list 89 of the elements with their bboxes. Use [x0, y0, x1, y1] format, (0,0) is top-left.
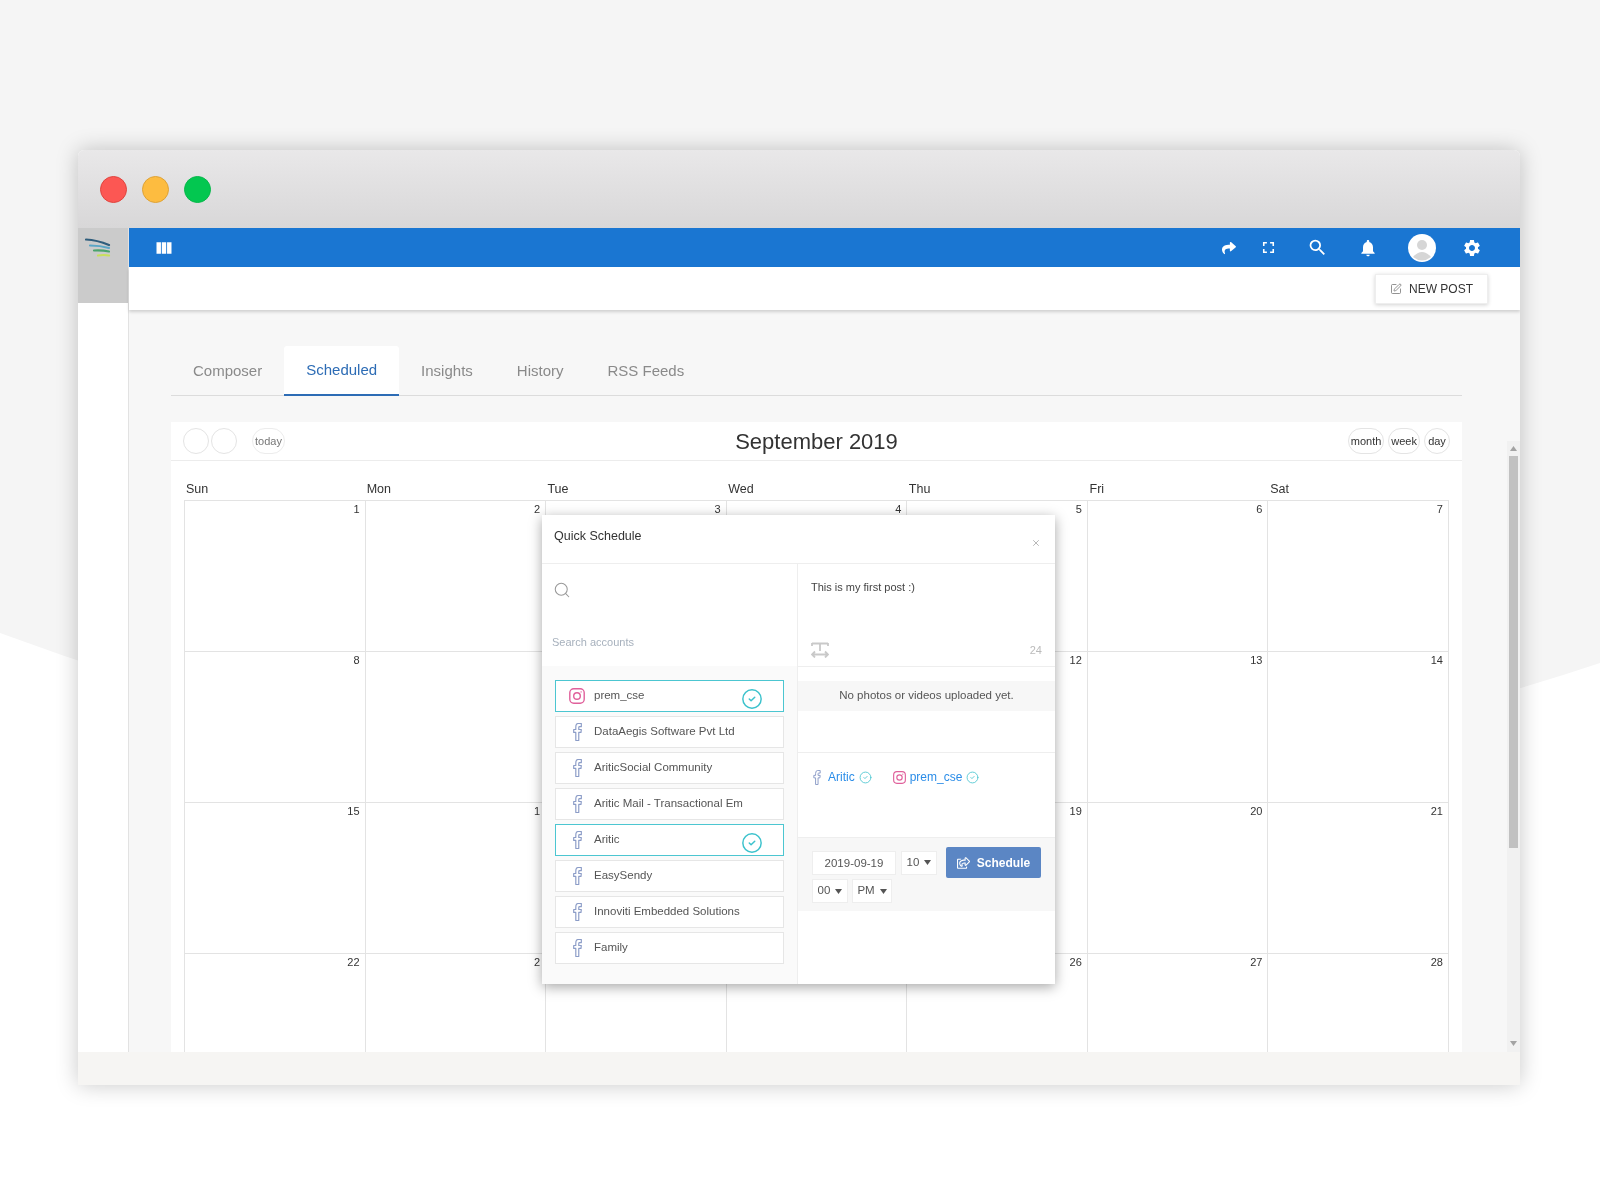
weekday-label: Fri	[1089, 482, 1105, 496]
character-count: 24	[1029, 642, 1042, 658]
account-item[interactable]: Family	[555, 932, 784, 964]
day-number: 15	[347, 805, 360, 818]
hour-select[interactable]: 10	[901, 850, 937, 875]
caret-icon	[879, 888, 887, 894]
facebook-icon	[572, 723, 582, 741]
weekday-label: Thu	[908, 482, 931, 496]
day-number: 2	[534, 956, 541, 969]
schedule-button[interactable]: Schedule	[946, 847, 1041, 878]
share-icon	[956, 856, 970, 869]
instagram-icon	[569, 688, 585, 704]
next-month-button[interactable]	[211, 428, 237, 454]
account-item[interactable]: prem_cse	[555, 680, 784, 712]
search-accounts-field[interactable]: Search accounts	[552, 632, 787, 652]
caret-icon	[924, 860, 932, 865]
share-icon[interactable]	[1221, 240, 1237, 255]
weekday-label: Sun	[186, 482, 209, 496]
account-item[interactable]: Aritic Mail - Transactional Em	[555, 788, 784, 820]
day-number: 7	[1436, 503, 1443, 516]
instagram-icon	[892, 770, 906, 784]
day-number: 19	[1069, 805, 1082, 818]
day-number: 3	[714, 503, 721, 516]
day-number: 12	[1069, 654, 1082, 667]
day-number: 26	[1069, 956, 1082, 969]
close-icon[interactable]	[1031, 538, 1041, 548]
today-button[interactable]: today	[252, 428, 285, 454]
day-number: 13	[1250, 654, 1263, 667]
account-name: prem_cse	[909, 769, 963, 786]
tab[interactable]: Scheduled	[284, 346, 400, 396]
facebook-icon	[572, 867, 582, 885]
search-icon[interactable]	[1307, 237, 1328, 258]
account-item[interactable]: Innoviti Embedded Solutions	[555, 896, 784, 928]
check-circle-icon	[741, 688, 763, 710]
account-item[interactable]: Aritic	[555, 824, 784, 856]
check-circle-icon	[858, 770, 872, 784]
date-field[interactable]: 2019-09-19	[812, 850, 896, 875]
facebook-icon	[572, 759, 582, 777]
dialog-title: Quick Schedule	[554, 528, 642, 545]
day-number: 28	[1430, 956, 1443, 969]
facebook-icon	[572, 795, 582, 813]
avatar-icon[interactable]	[1408, 233, 1436, 262]
new-post-button[interactable]: NEW POST	[1375, 273, 1488, 304]
calendar-title: September 2019	[735, 427, 898, 456]
day-number: 2	[534, 503, 541, 516]
day-number: 14	[1430, 654, 1443, 667]
facebook-icon	[572, 939, 582, 957]
facebook-icon	[813, 769, 821, 785]
day-number: 4	[895, 503, 902, 516]
minute-select[interactable]: 00	[812, 879, 848, 903]
window-close-button[interactable]	[100, 175, 127, 203]
check-circle-icon	[966, 770, 980, 784]
weekday-label: Sat	[1270, 482, 1290, 496]
day-number: 6	[1256, 503, 1263, 516]
day-number: 27	[1250, 956, 1263, 969]
period-select[interactable]: PM	[852, 879, 892, 903]
weekday-label: Tue	[547, 482, 569, 496]
day-number: 5	[1075, 503, 1082, 516]
window-minimize-button[interactable]	[142, 175, 169, 203]
scroll-up-icon[interactable]	[1510, 446, 1517, 451]
account-item[interactable]: DataAegis Software Pvt Ltd	[555, 716, 784, 748]
day-number: 1	[534, 805, 541, 818]
text-width-icon[interactable]	[811, 641, 829, 658]
edit-icon	[1390, 282, 1402, 295]
facebook-icon	[572, 831, 582, 849]
scrollbar-track[interactable]	[1507, 441, 1520, 1052]
weekday-label: Wed	[728, 482, 754, 496]
day-number: 22	[347, 956, 360, 969]
logo-icon[interactable]	[85, 238, 112, 259]
scrollbar-thumb[interactable]	[1509, 456, 1518, 848]
day-number: 1	[353, 503, 360, 516]
window-maximize-button[interactable]	[184, 175, 211, 203]
prev-month-button[interactable]	[183, 428, 209, 454]
account-name: Aritic	[828, 769, 855, 786]
view-button[interactable]: week	[1388, 428, 1420, 454]
caret-icon	[835, 888, 843, 894]
day-number: 20	[1250, 805, 1263, 818]
day-number: 8	[353, 654, 360, 667]
facebook-icon	[572, 903, 582, 921]
account-item[interactable]: EasySendy	[555, 860, 784, 892]
bell-icon[interactable]	[1358, 237, 1378, 258]
account-item[interactable]: AriticSocial Community	[555, 752, 784, 784]
scroll-down-icon[interactable]	[1510, 1041, 1517, 1046]
weekday-label: Mon	[366, 482, 392, 496]
settings-icon[interactable]	[1462, 237, 1482, 258]
search-icon	[553, 581, 571, 599]
day-number: 21	[1430, 805, 1443, 818]
check-circle-icon	[741, 832, 763, 854]
media-empty-message: No photos or videos uploaded yet.	[798, 681, 1055, 711]
